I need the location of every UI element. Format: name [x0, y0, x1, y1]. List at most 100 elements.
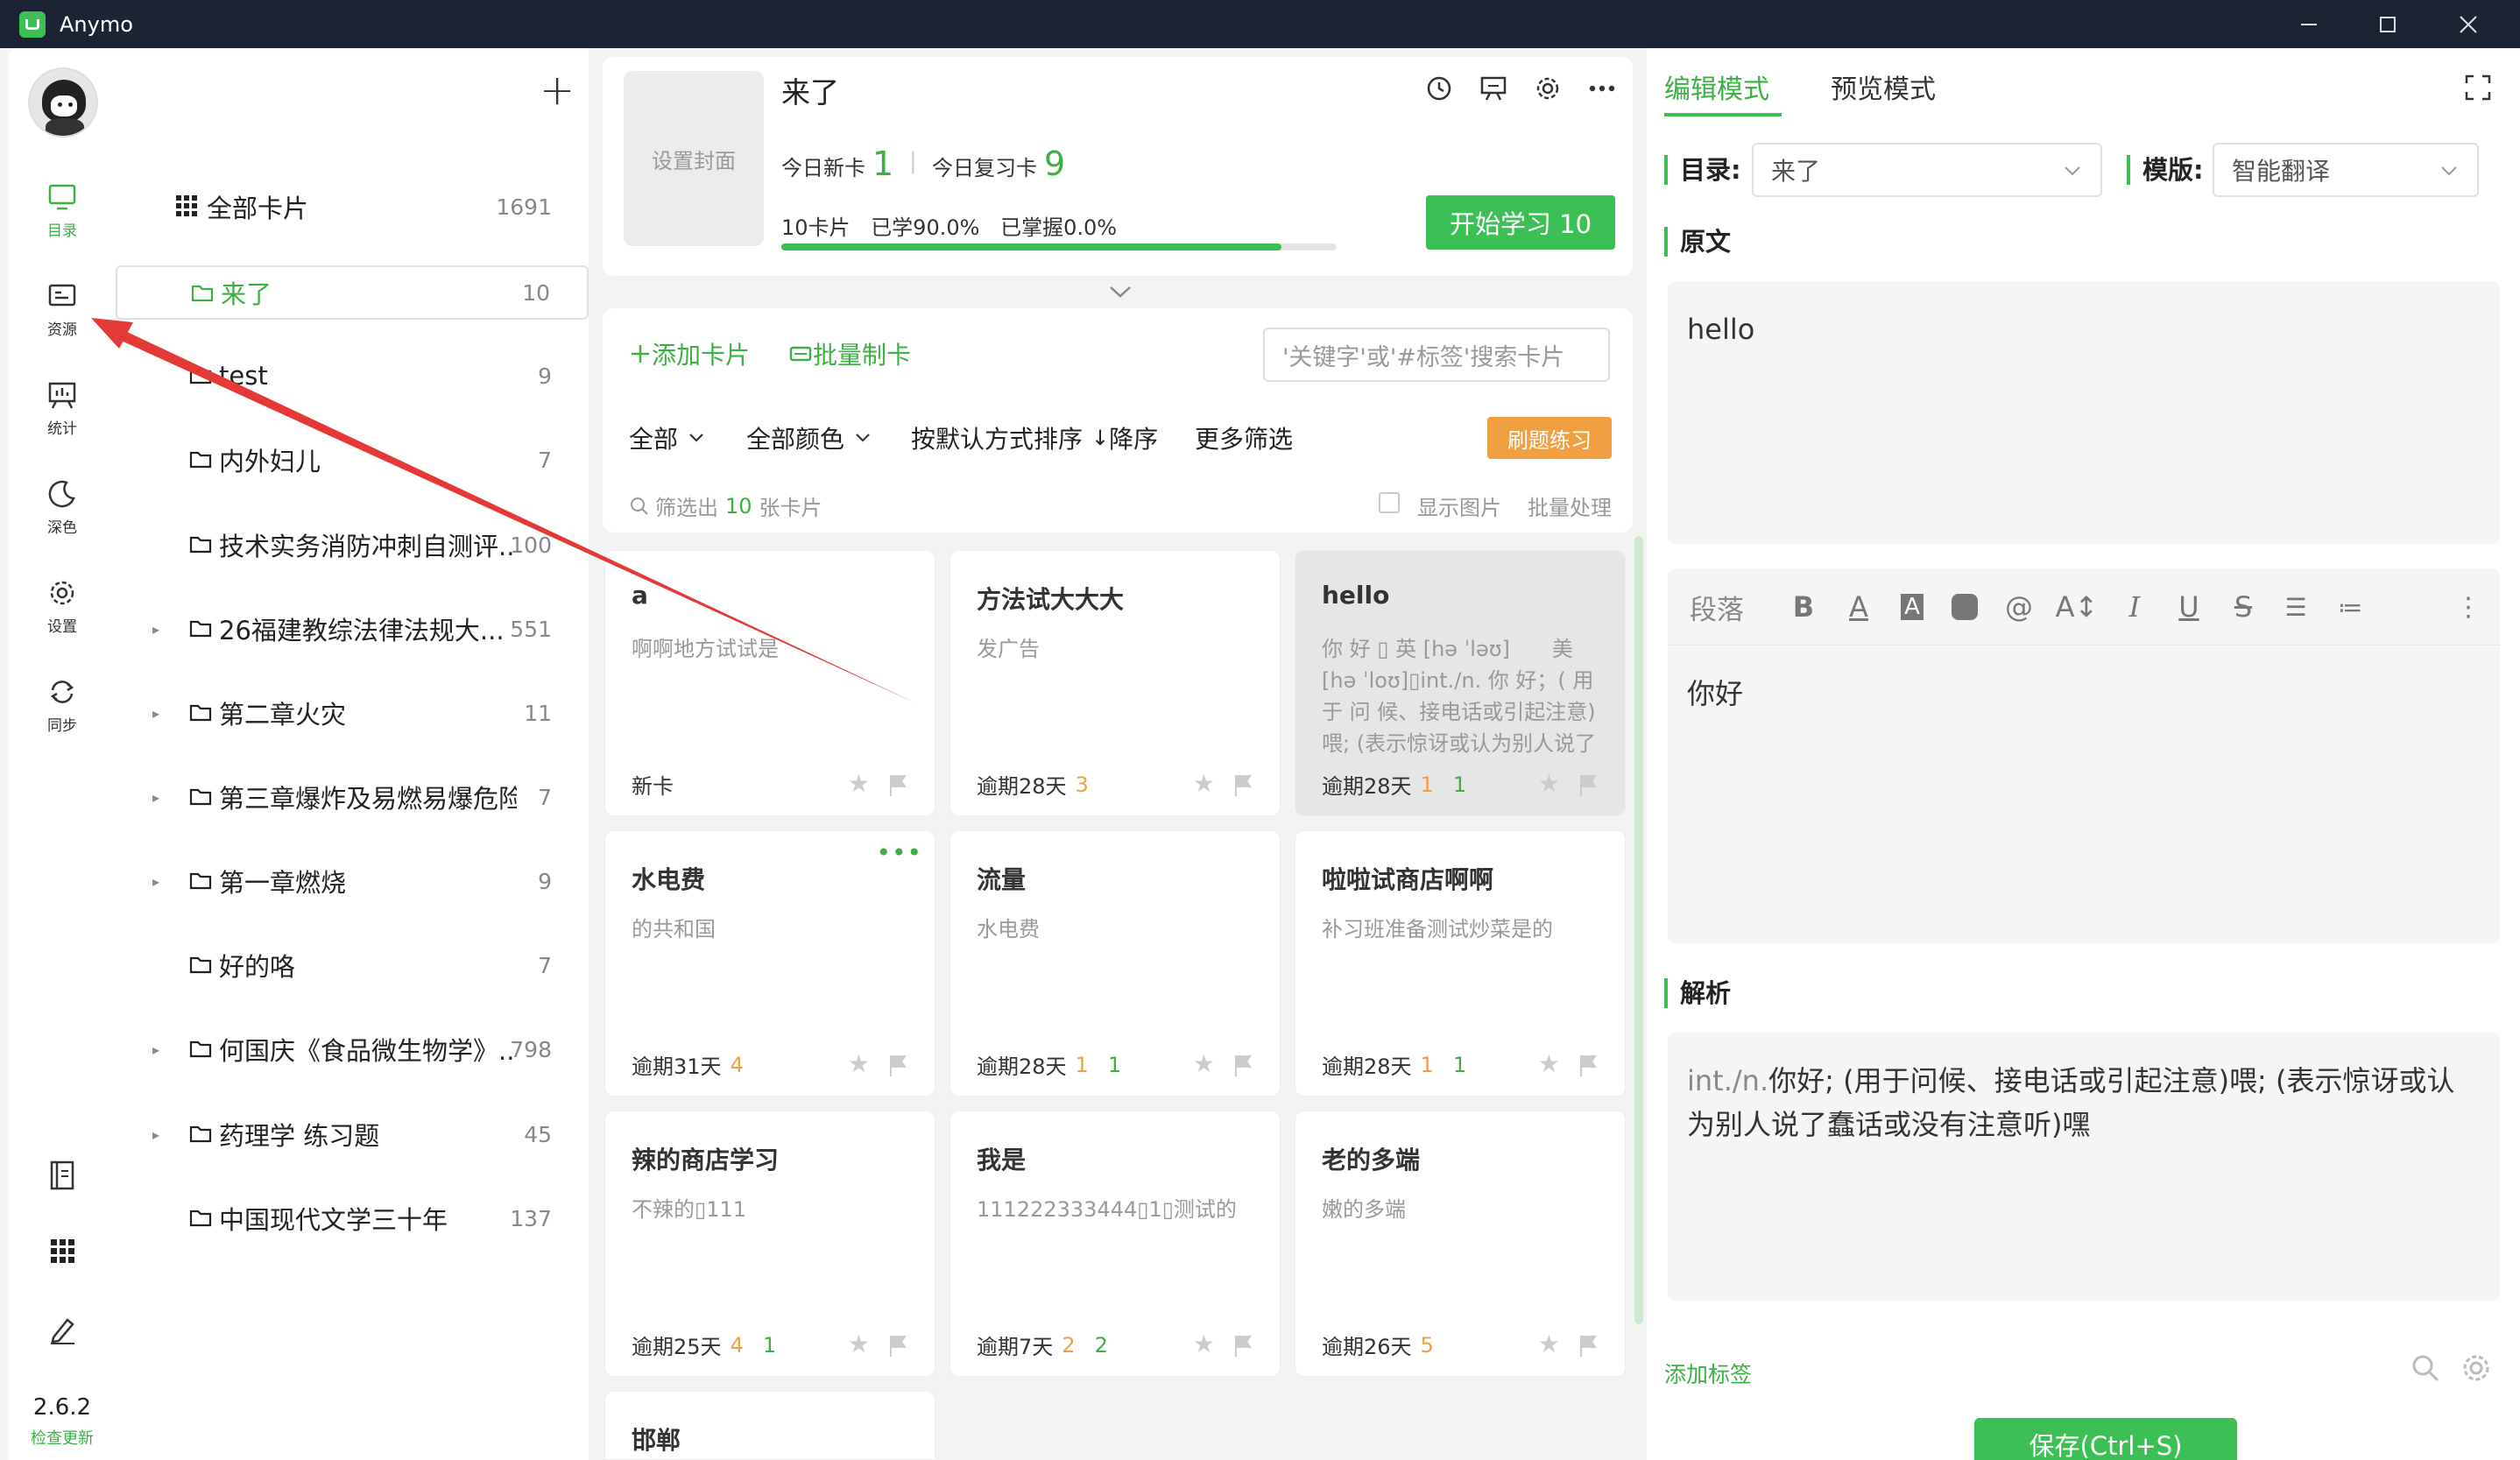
- flag-icon[interactable]: [1578, 1054, 1599, 1076]
- batch-process-button[interactable]: 批量处理: [1528, 490, 1612, 521]
- start-study-button[interactable]: 开始学习 10: [1426, 195, 1615, 250]
- star-icon[interactable]: ★: [848, 1049, 870, 1078]
- present-button[interactable]: [1472, 71, 1515, 106]
- deck-more-button[interactable]: [1580, 71, 1624, 106]
- flag-icon[interactable]: [1578, 1334, 1599, 1357]
- star-icon[interactable]: ★: [1193, 769, 1215, 798]
- star-icon[interactable]: ★: [1193, 1049, 1215, 1078]
- save-button[interactable]: 保存(Ctrl+S): [1974, 1418, 2237, 1460]
- gear-icon[interactable]: [2461, 1353, 2491, 1383]
- expand-arrow-icon[interactable]: ▸: [152, 873, 159, 890]
- flag-icon[interactable]: [1578, 773, 1599, 796]
- folder-item[interactable]: 中国现代文学三十年 137: [116, 1192, 589, 1245]
- template-select[interactable]: 智能翻译: [2213, 143, 2479, 197]
- nav-sync[interactable]: 同步: [9, 674, 116, 735]
- avatar[interactable]: [28, 67, 98, 138]
- flag-icon[interactable]: [1232, 1334, 1253, 1357]
- card-tile[interactable]: hello 你 好 ▯ 英 [hə ˈləʊ] 美 [hə ˈloʊ]▯int.…: [1295, 550, 1626, 816]
- highlight-icon[interactable]: A: [1890, 568, 1934, 645]
- set-cover-button[interactable]: 设置封面: [624, 71, 764, 246]
- flag-icon[interactable]: [887, 1334, 908, 1357]
- tab-edit-mode[interactable]: 编辑模式: [1664, 67, 1769, 106]
- pen-button[interactable]: [9, 1315, 116, 1344]
- directory-select[interactable]: 来了: [1752, 143, 2102, 197]
- expand-arrow-icon[interactable]: ▸: [152, 1041, 159, 1058]
- card-tile[interactable]: 方法试大大大 发广告 逾期28天 3 ★: [949, 550, 1281, 816]
- star-icon[interactable]: ★: [848, 1330, 870, 1358]
- original-field[interactable]: hello: [1668, 281, 2500, 544]
- folder-item[interactable]: ▸ 药理学 练习题 45: [116, 1108, 589, 1160]
- card-tile[interactable]: 邯郸: [604, 1391, 935, 1460]
- batch-make-button[interactable]: 批量制卡: [788, 336, 911, 371]
- translation-field[interactable]: 你好: [1668, 645, 2500, 943]
- sort-dropdown[interactable]: 按默认方式排序 ↓ 降序: [911, 420, 1158, 455]
- star-icon[interactable]: ★: [1538, 769, 1560, 798]
- folder-item[interactable]: test 9: [116, 349, 589, 402]
- flag-icon[interactable]: [1232, 1054, 1253, 1076]
- folder-item[interactable]: 技术实务消防冲刺自测评... 100: [116, 518, 589, 571]
- expand-arrow-icon[interactable]: ▸: [152, 789, 159, 806]
- folder-item[interactable]: 内外妇儿 7: [116, 434, 589, 486]
- nav-settings[interactable]: 设置: [9, 575, 116, 636]
- numbered-list-icon[interactable]: ≔: [2328, 568, 2372, 645]
- nav-dark-mode[interactable]: 深色: [9, 476, 116, 537]
- card-tile[interactable]: ••• 水电费 的共和国 逾期31天 4 ★: [604, 830, 935, 1097]
- filter-color-dropdown[interactable]: 全部颜色: [746, 420, 871, 455]
- underline-icon[interactable]: U: [2167, 568, 2211, 645]
- flag-icon[interactable]: [887, 1054, 908, 1076]
- bullet-list-icon[interactable]: ☰: [2274, 568, 2318, 645]
- fullscreen-icon[interactable]: [2465, 74, 2491, 101]
- cloze-icon[interactable]: [1943, 568, 1987, 645]
- history-button[interactable]: [1417, 71, 1461, 106]
- folder-item[interactable]: ▸ 第二章火灾 11: [116, 687, 589, 739]
- nav-catalog[interactable]: 目录: [9, 180, 116, 240]
- font-size-icon[interactable]: A↕: [2055, 568, 2099, 645]
- add-tag-button[interactable]: 添加标签: [1664, 1358, 1752, 1389]
- filter-all-dropdown[interactable]: 全部: [629, 420, 704, 455]
- star-icon[interactable]: ★: [1538, 1330, 1560, 1358]
- card-search-input[interactable]: '关键字'或'#标签'搜索卡片: [1263, 328, 1610, 382]
- nav-resources[interactable]: 资源: [9, 279, 116, 339]
- close-button[interactable]: [2428, 0, 2509, 48]
- expand-arrow-icon[interactable]: ▸: [152, 1126, 159, 1143]
- italic-icon[interactable]: I: [2113, 568, 2156, 645]
- analysis-field[interactable]: int./n.你好; (用于问候、接电话或引起注意)喂; (表示惊讶或认为别人说…: [1668, 1033, 2500, 1301]
- add-card-button[interactable]: 添加卡片: [629, 336, 750, 371]
- star-icon[interactable]: ★: [1193, 1330, 1215, 1358]
- folder-all[interactable]: 全部卡片 1691: [116, 180, 589, 233]
- paragraph-dropdown[interactable]: 段落: [1668, 568, 1766, 645]
- card-scrollbar[interactable]: [1634, 536, 1643, 1324]
- deck-settings-button[interactable]: [1526, 71, 1570, 106]
- strikethrough-icon[interactable]: S: [2221, 568, 2265, 645]
- card-more-icon[interactable]: •••: [876, 838, 922, 867]
- card-tile[interactable]: a 啊啊地方试试是 新卡 ★: [604, 550, 935, 816]
- grid-button[interactable]: [9, 1238, 116, 1264]
- folder-item[interactable]: ▸ 第一章燃烧 9: [116, 855, 589, 907]
- flag-icon[interactable]: [887, 773, 908, 796]
- star-icon[interactable]: ★: [848, 769, 870, 798]
- collapse-chevron-icon[interactable]: [1107, 279, 1133, 305]
- card-tile[interactable]: 我是 111222333444▯1▯测试的 逾期7天 2 2 ★: [949, 1111, 1281, 1377]
- star-icon[interactable]: ★: [1538, 1049, 1560, 1078]
- minimize-button[interactable]: [2269, 0, 2349, 48]
- font-color-icon[interactable]: A: [1837, 568, 1881, 645]
- flag-icon[interactable]: [1232, 773, 1253, 796]
- bold-icon[interactable]: B: [1782, 568, 1825, 645]
- search-icon[interactable]: [2411, 1353, 2440, 1383]
- show-images-checkbox[interactable]: [1379, 492, 1400, 513]
- card-tile[interactable]: 老的多端 嫩的多端 逾期26天 5 ★: [1295, 1111, 1626, 1377]
- check-update-link[interactable]: 检查更新: [9, 1426, 116, 1449]
- card-tile[interactable]: 啦啦试商店啊啊 补习班准备测试炒菜是的 逾期28天 1 1 ★: [1295, 830, 1626, 1097]
- expand-arrow-icon[interactable]: ▸: [152, 621, 159, 638]
- card-tile[interactable]: 辣的商店学习 不辣的▯111 逾期25天 4 1 ★: [604, 1111, 935, 1377]
- more-filter-button[interactable]: 更多筛选: [1195, 420, 1293, 455]
- folder-item[interactable]: ▸ 何国庆《食品微生物学》... 798: [116, 1023, 589, 1076]
- maximize-button[interactable]: [2347, 0, 2428, 48]
- card-tile[interactable]: 流量 水电费 逾期28天 1 1 ★: [949, 830, 1281, 1097]
- drill-practice-button[interactable]: 刷题练习: [1487, 417, 1612, 459]
- more-vertical-icon[interactable]: ⋮: [2451, 568, 2486, 645]
- tab-preview-mode[interactable]: 预览模式: [1831, 67, 1936, 106]
- add-folder-button[interactable]: +: [540, 66, 575, 115]
- folder-item[interactable]: ▸ 第三章爆炸及易燃易爆危险... 7: [116, 771, 589, 823]
- nav-stats[interactable]: 统计: [9, 377, 116, 438]
